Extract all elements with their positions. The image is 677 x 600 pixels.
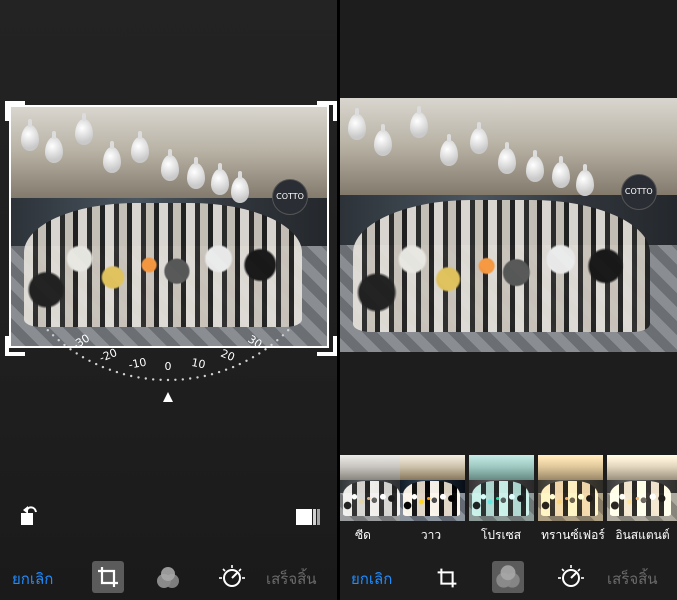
filter-thumbnail-chrome[interactable] xyxy=(400,455,465,521)
filter-photo-preview[interactable]: COTTO xyxy=(340,98,677,352)
dial-dot xyxy=(258,352,261,355)
dial-indicator-icon xyxy=(163,392,173,402)
dial-dot xyxy=(245,359,248,362)
dial-dot xyxy=(137,376,140,379)
dial-dot xyxy=(88,359,91,362)
dial-dot xyxy=(81,356,85,359)
aspect-ratio-icon[interactable] xyxy=(295,507,321,527)
filter-label-fade: ซีด xyxy=(355,528,371,542)
dial-dot xyxy=(189,377,192,380)
crop-tool-button[interactable] xyxy=(92,561,124,593)
crop-handle-top-left[interactable] xyxy=(5,101,25,121)
filter-label-process: โปรเซส xyxy=(480,528,522,542)
dial-dot xyxy=(152,378,155,381)
crop-handle-top-right[interactable] xyxy=(317,101,337,121)
dial-dot xyxy=(287,329,290,332)
crop-icon xyxy=(98,567,118,587)
filters-tool-button[interactable] xyxy=(492,561,524,593)
dial-dot xyxy=(181,378,184,381)
cancel-button[interactable]: ยกเลิก xyxy=(12,567,53,591)
dial-tick-label: 10 xyxy=(190,356,206,371)
adjust-icon[interactable] xyxy=(556,563,586,593)
filter-thumbnail-fade[interactable] xyxy=(340,455,405,521)
dial-dot xyxy=(166,378,170,382)
dial-dot xyxy=(108,368,112,371)
crop-icon[interactable] xyxy=(432,563,462,593)
dial-dot xyxy=(69,348,72,351)
dial-tick-label: -30 xyxy=(70,332,92,353)
dial-dot xyxy=(63,343,66,347)
dial-tick-labels: -30 -20 -10 0 10 20 30 xyxy=(70,332,264,373)
filters-icon[interactable] xyxy=(153,563,183,593)
dial-dot xyxy=(75,352,78,355)
dial-tick-label: 30 xyxy=(245,333,264,352)
dial-dot xyxy=(203,374,206,378)
dial-dot xyxy=(281,334,285,337)
dial-tick-label: -20 xyxy=(98,346,120,365)
dial-dot xyxy=(130,374,133,378)
filter-label-transfer: ทรานซ์เฟอร์ xyxy=(541,528,605,542)
done-button[interactable]: เสร็จสิ้น xyxy=(266,567,317,591)
done-button[interactable]: เสร็จสิ้น xyxy=(607,567,658,591)
filter-thumbnail-instant[interactable] xyxy=(607,455,677,521)
dial-dot xyxy=(210,373,214,376)
dial-dot xyxy=(95,362,98,366)
dial-dot xyxy=(224,368,228,371)
rotate-left-icon[interactable] xyxy=(18,503,44,529)
dial-dot xyxy=(196,376,199,379)
dial-dot xyxy=(270,343,273,347)
dial-dot xyxy=(122,373,126,376)
dial-dot xyxy=(231,365,235,369)
filter-thumbnail-process[interactable] xyxy=(469,455,534,521)
dial-dot xyxy=(238,362,241,366)
dial-dot xyxy=(276,339,279,342)
group-of-people xyxy=(353,199,651,332)
dial-dot xyxy=(251,356,255,359)
dial-dot xyxy=(101,365,105,369)
dial-tick-label: -10 xyxy=(127,356,147,372)
straighten-dial[interactable]: -30 -20 -10 0 10 20 30 xyxy=(0,300,337,410)
filter-label-chrome: วาว xyxy=(420,528,442,542)
dial-tick-label: 20 xyxy=(219,347,237,364)
dial-dot xyxy=(57,339,60,342)
dial-dot xyxy=(115,370,119,374)
dial-dot xyxy=(144,377,147,380)
dial-dot xyxy=(46,329,49,332)
dial-tick-label: 0 xyxy=(165,360,172,373)
store-sign: COTTO xyxy=(620,174,657,211)
dial-dot xyxy=(264,348,267,351)
filter-label-instant: อินสแตนต์ xyxy=(615,528,670,542)
dial-dot xyxy=(159,378,162,381)
filter-thumbnail-transfer[interactable] xyxy=(538,455,603,521)
cancel-button[interactable]: ยกเลิก xyxy=(351,567,392,591)
store-sign: COTTO xyxy=(272,178,309,215)
dial-dot xyxy=(174,378,177,381)
dial-dot xyxy=(51,334,55,337)
adjust-icon[interactable] xyxy=(217,563,247,593)
dial-dot xyxy=(217,370,221,374)
filters-icon xyxy=(496,565,520,588)
